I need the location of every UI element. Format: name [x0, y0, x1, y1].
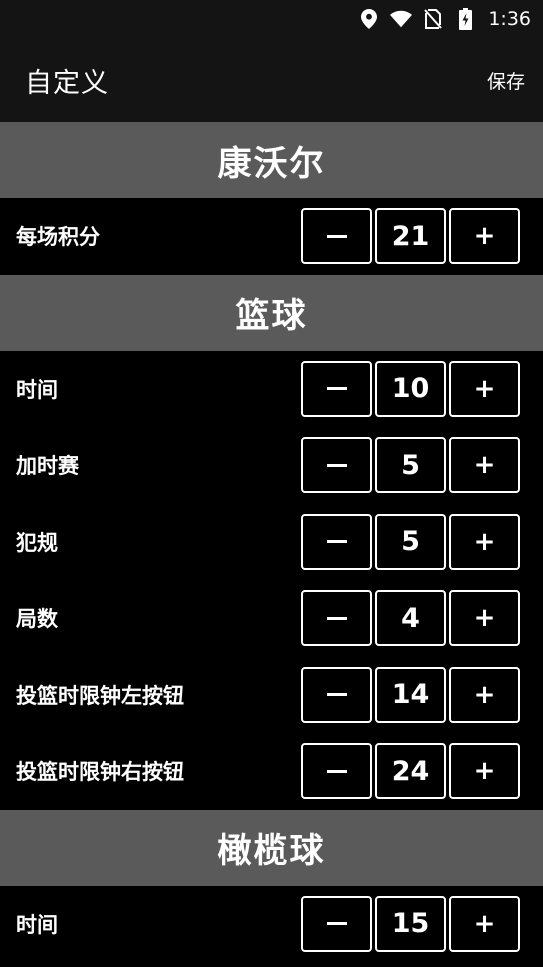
minus-icon	[326, 540, 347, 544]
setting-row-time: 时间 15 +	[0, 885, 543, 962]
setting-label: 时间	[16, 912, 58, 937]
no-sim-icon	[422, 8, 444, 30]
increment-button[interactable]: +	[449, 666, 520, 723]
decrement-button[interactable]	[301, 437, 372, 494]
minus-icon	[326, 616, 347, 620]
setting-row-overtime: 加时赛 5 +	[0, 427, 543, 504]
setting-label: 时间	[16, 377, 58, 402]
setting-label: 加时赛	[16, 454, 79, 479]
section-header-basketball: 篮球	[0, 274, 543, 351]
page-title: 自定义	[25, 67, 109, 99]
value-stepper: 4 +	[301, 590, 520, 647]
decrement-button[interactable]	[301, 895, 372, 952]
minus-icon	[326, 693, 347, 697]
value-stepper: 5 +	[301, 513, 520, 570]
decrement-button[interactable]	[301, 208, 372, 265]
value-stepper: 15 +	[301, 895, 520, 952]
setting-label: 犯规	[16, 530, 58, 555]
minus-icon	[326, 769, 347, 773]
app-bar: 自定义 保存	[0, 38, 543, 122]
increment-button[interactable]: +	[449, 743, 520, 800]
battery-charging-icon	[454, 8, 476, 30]
increment-button[interactable]: +	[449, 513, 520, 570]
plus-icon: +	[473, 603, 496, 634]
decrement-button[interactable]	[301, 590, 372, 647]
setting-row-periods: 局数 4 +	[0, 580, 543, 657]
section-header-rugby: 橄榄球	[0, 809, 543, 886]
setting-label: 投篮时限钟左按钮	[16, 683, 184, 708]
decrement-button[interactable]	[301, 666, 372, 723]
plus-icon: +	[473, 908, 496, 939]
stepper-value: 4	[375, 590, 446, 647]
plus-icon: +	[473, 450, 496, 481]
setting-row-fouls: 犯规 5 +	[0, 503, 543, 580]
minus-icon	[326, 922, 347, 926]
value-stepper: 14 +	[301, 666, 520, 723]
stepper-value: 15	[375, 895, 446, 952]
stepper-value: 24	[375, 743, 446, 800]
increment-button[interactable]: +	[449, 360, 520, 417]
decrement-button[interactable]	[301, 360, 372, 417]
increment-button[interactable]: +	[449, 590, 520, 647]
setting-row-shot-clock-left: 投篮时限钟左按钮 14 +	[0, 656, 543, 733]
plus-icon: +	[473, 756, 496, 787]
minus-icon	[326, 387, 347, 391]
stepper-value: 14	[375, 666, 446, 723]
stepper-value: 5	[375, 513, 446, 570]
wifi-icon	[390, 8, 413, 30]
stepper-value: 21	[375, 208, 446, 265]
status-bar: 1:36	[0, 0, 543, 38]
plus-icon: +	[473, 679, 496, 710]
save-button[interactable]: 保存	[487, 67, 525, 94]
minus-icon	[326, 463, 347, 467]
stepper-value: 10	[375, 360, 446, 417]
plus-icon: +	[473, 526, 496, 557]
value-stepper: 21 +	[301, 208, 520, 265]
value-stepper: 24 +	[301, 743, 520, 800]
increment-button[interactable]: +	[449, 208, 520, 265]
setting-row-points-per-game: 每场积分 21 +	[0, 198, 543, 275]
plus-icon: +	[473, 221, 496, 252]
decrement-button[interactable]	[301, 513, 372, 570]
decrement-button[interactable]	[301, 743, 372, 800]
minus-icon	[326, 234, 347, 238]
stepper-value: 5	[375, 437, 446, 494]
setting-label: 局数	[16, 607, 58, 632]
increment-button[interactable]: +	[449, 437, 520, 494]
custom-settings-screen: 1:36 自定义 保存 康沃尔 每场积分 21 + 篮球 时间 10 + 加时赛…	[0, 0, 543, 967]
status-time: 1:36	[488, 8, 531, 30]
section-header-cornwall: 康沃尔	[0, 122, 543, 198]
setting-label: 投篮时限钟右按钮	[16, 760, 184, 785]
location-icon	[358, 8, 380, 30]
setting-label: 每场积分	[16, 225, 100, 250]
increment-button[interactable]: +	[449, 895, 520, 952]
plus-icon: +	[473, 373, 496, 404]
value-stepper: 10 +	[301, 360, 520, 417]
value-stepper: 5 +	[301, 437, 520, 494]
setting-row-shot-clock-right: 投篮时限钟右按钮 24 +	[0, 733, 543, 810]
setting-row-time: 时间 10 +	[0, 350, 543, 427]
